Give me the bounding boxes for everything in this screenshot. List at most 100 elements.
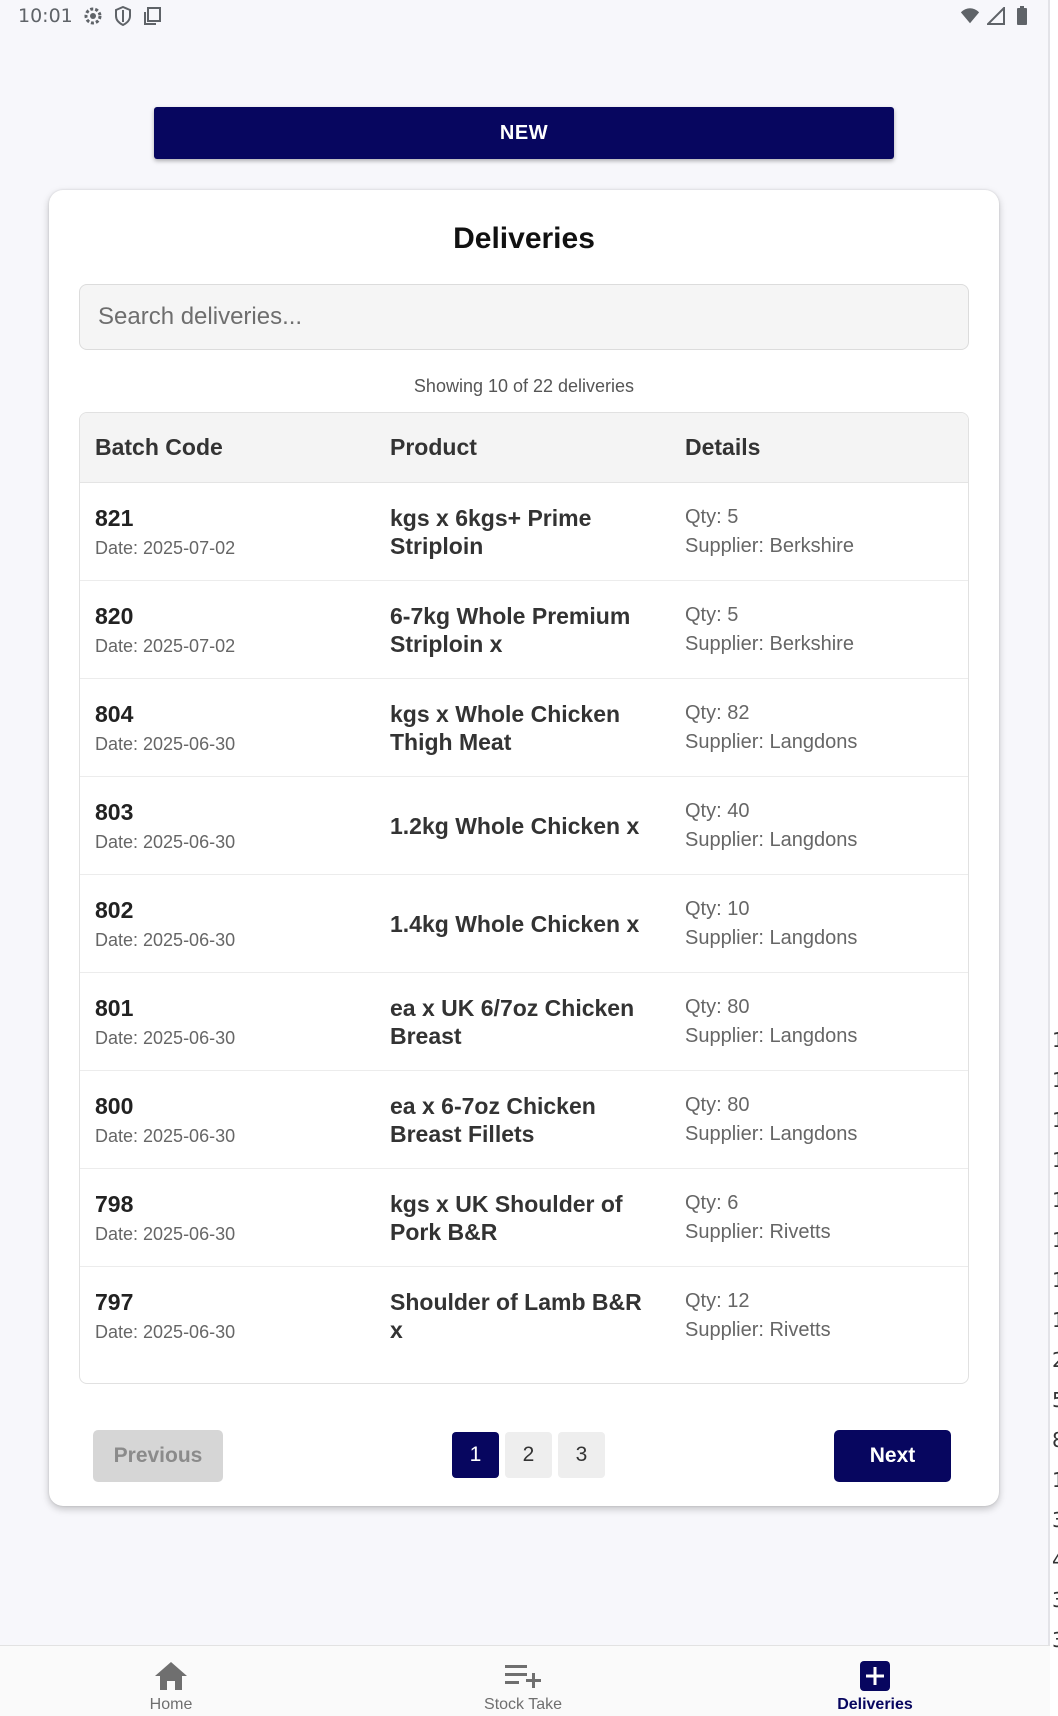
supplier: Supplier: Rivetts [685, 1221, 831, 1243]
column-header-product: Product [390, 434, 477, 460]
table-row[interactable]: 797 Date: 2025-06-30 Shoulder of Lamb B&R … [80, 1267, 968, 1365]
page-title: Deliveries [453, 222, 595, 255]
table-row[interactable]: 800 Date: 2025-06-30 ea x 6-7oz Chicken Br… [80, 1071, 968, 1169]
product-name: ea x UK 6/7oz Chicken Breast [390, 995, 635, 1049]
batch-code: 821 [95, 505, 134, 531]
delivery-date: Date: 2025-06-30 [95, 1224, 236, 1244]
gutter-char: 1 [1052, 1100, 1058, 1140]
page-button-3[interactable]: 3 [558, 1432, 605, 1478]
delivery-date: Date: 2025-06-30 [95, 832, 236, 852]
batch-code: 797 [95, 1289, 134, 1315]
column-header-details: Details [685, 434, 761, 460]
deliveries-card: Deliveries Showing 10 of 22 deliveries B… [49, 190, 999, 1506]
bottom-navigation: Home Stock Take Deliveries [0, 1645, 1050, 1716]
add-box-icon [859, 1660, 891, 1692]
table-row[interactable]: 821 Date: 2025-07-02 kgs x 6kgs+ Prime Str… [80, 483, 968, 581]
supplier: Supplier: Langdons [685, 927, 858, 949]
table-row[interactable]: 804 Date: 2025-06-30 kgs x Whole Chicken T… [80, 679, 968, 777]
product-cell: Shoulder of Lamb B&R x [390, 1267, 660, 1365]
delivery-date: Date: 2025-06-30 [95, 1126, 236, 1146]
product-cell: kgs x UK Shoulder of Pork B&R [390, 1169, 660, 1267]
supplier: Supplier: Berkshire [685, 633, 854, 655]
product-name: kgs x Whole Chicken Thigh Meat [390, 701, 621, 755]
app-viewport: 10:01 NEW Deliveries Search deliveries..… [0, 0, 1050, 1716]
status-left: 10:01 [18, 5, 163, 27]
quantity: Qty: 5 [685, 506, 739, 528]
delivery-date: Date: 2025-06-30 [95, 734, 236, 754]
product-name: Shoulder of Lamb B&R x [390, 1289, 642, 1343]
table-row[interactable]: 820 Date: 2025-07-02 6-7kg Whole Premium S… [80, 581, 968, 679]
product-cell: ea x UK 6/7oz Chicken Breast [390, 973, 660, 1071]
product-name: 6-7kg Whole Premium Striploin x [390, 603, 631, 657]
details-cell: Qty: 40 Supplier: Langdons [685, 777, 857, 875]
nav-item-stock-take[interactable]: Stock Take [423, 1646, 623, 1716]
previous-page-button[interactable]: Previous [93, 1430, 223, 1482]
page-button-2[interactable]: 2 [505, 1432, 552, 1478]
quantity: Qty: 10 [685, 898, 750, 920]
batch-cell: 800 Date: 2025-06-30 [95, 1071, 235, 1169]
batch-cell: 801 Date: 2025-06-30 [95, 973, 235, 1071]
table-row[interactable]: 801 Date: 2025-06-30 ea x UK 6/7oz Chicken… [80, 973, 968, 1071]
batch-cell: 803 Date: 2025-06-30 [95, 777, 235, 875]
nav-label-stock-take: Stock Take [484, 1696, 562, 1713]
batch-cell: 798 Date: 2025-06-30 [95, 1169, 235, 1267]
batch-code: 820 [95, 603, 134, 629]
batch-code: 804 [95, 701, 134, 727]
supplier: Supplier: Langdons [685, 731, 858, 753]
delivery-date: Date: 2025-07-02 [95, 636, 236, 656]
signal-icon [986, 6, 1006, 26]
supplier: Supplier: Berkshire [685, 535, 854, 557]
product-cell: 1.2kg Whole Chicken x [390, 777, 660, 875]
details-cell: Qty: 6 Supplier: Rivetts [685, 1169, 831, 1267]
nav-item-deliveries[interactable]: Deliveries [775, 1646, 975, 1716]
page-button-1[interactable]: 1 [452, 1432, 499, 1478]
status-right [960, 6, 1032, 26]
quantity: Qty: 6 [685, 1192, 739, 1214]
quantity: Qty: 40 [685, 800, 750, 822]
product-name: kgs x UK Shoulder of Pork B&R [390, 1191, 623, 1245]
gutter-char: 3 [1052, 1620, 1058, 1660]
gutter-char: 3 [1052, 1500, 1058, 1540]
search-input[interactable] [79, 284, 969, 350]
details-cell: Qty: 10 Supplier: Langdons [685, 875, 857, 973]
gutter-char: 4 [1052, 1540, 1058, 1580]
supplier: Supplier: Langdons [685, 1025, 858, 1047]
new-delivery-button[interactable]: NEW [154, 107, 894, 159]
next-page-button[interactable]: Next [834, 1430, 951, 1482]
supplier: Supplier: Langdons [685, 829, 858, 851]
status-time: 10:01 [18, 5, 73, 27]
nav-label-deliveries: Deliveries [837, 1696, 913, 1713]
status-bar: 10:01 [0, 0, 1050, 32]
table-row[interactable]: 802 Date: 2025-06-30 1.4kg Whole Chicken x… [80, 875, 968, 973]
supplier: Supplier: Rivetts [685, 1319, 831, 1341]
shield-icon [113, 6, 133, 26]
product-name: 1.2kg Whole Chicken x [390, 813, 640, 839]
product-cell: 6-7kg Whole Premium Striploin x [390, 581, 660, 679]
delivery-date: Date: 2025-06-30 [95, 1028, 236, 1048]
batch-code: 800 [95, 1093, 134, 1119]
gutter-char: 1 [1052, 1140, 1058, 1180]
quantity: Qty: 5 [685, 604, 739, 626]
batch-code: 801 [95, 995, 134, 1021]
gutter-char: 1 [1052, 1260, 1058, 1300]
batch-code: 798 [95, 1191, 134, 1217]
wifi-icon [960, 6, 980, 26]
page-numbers: 1 2 3 [452, 1432, 605, 1478]
nav-item-home[interactable]: Home [71, 1646, 271, 1716]
batch-cell: 820 Date: 2025-07-02 [95, 581, 235, 679]
details-cell: Qty: 5 Supplier: Berkshire [685, 483, 854, 581]
copy-icon [143, 6, 163, 26]
batch-cell: 821 Date: 2025-07-02 [95, 483, 235, 581]
details-cell: Qty: 80 Supplier: Langdons [685, 973, 857, 1071]
product-cell: kgs x Whole Chicken Thigh Meat [390, 679, 660, 777]
deliveries-table: Batch Code Product Details 821 Date: 2025… [79, 412, 969, 1384]
battery-icon [1012, 6, 1032, 26]
delivery-date: Date: 2025-07-02 [95, 538, 236, 558]
gutter-char: 1 [1052, 1180, 1058, 1220]
table-row[interactable]: 798 Date: 2025-06-30 kgs x UK Shoulder of … [80, 1169, 968, 1267]
home-icon [154, 1660, 188, 1692]
table-row[interactable]: 803 Date: 2025-06-30 1.2kg Whole Chicken x… [80, 777, 968, 875]
product-cell: 1.4kg Whole Chicken x [390, 875, 660, 973]
gutter-char: 8 [1052, 1420, 1058, 1460]
table-body: 821 Date: 2025-07-02 kgs x 6kgs+ Prime Str… [80, 483, 968, 1365]
